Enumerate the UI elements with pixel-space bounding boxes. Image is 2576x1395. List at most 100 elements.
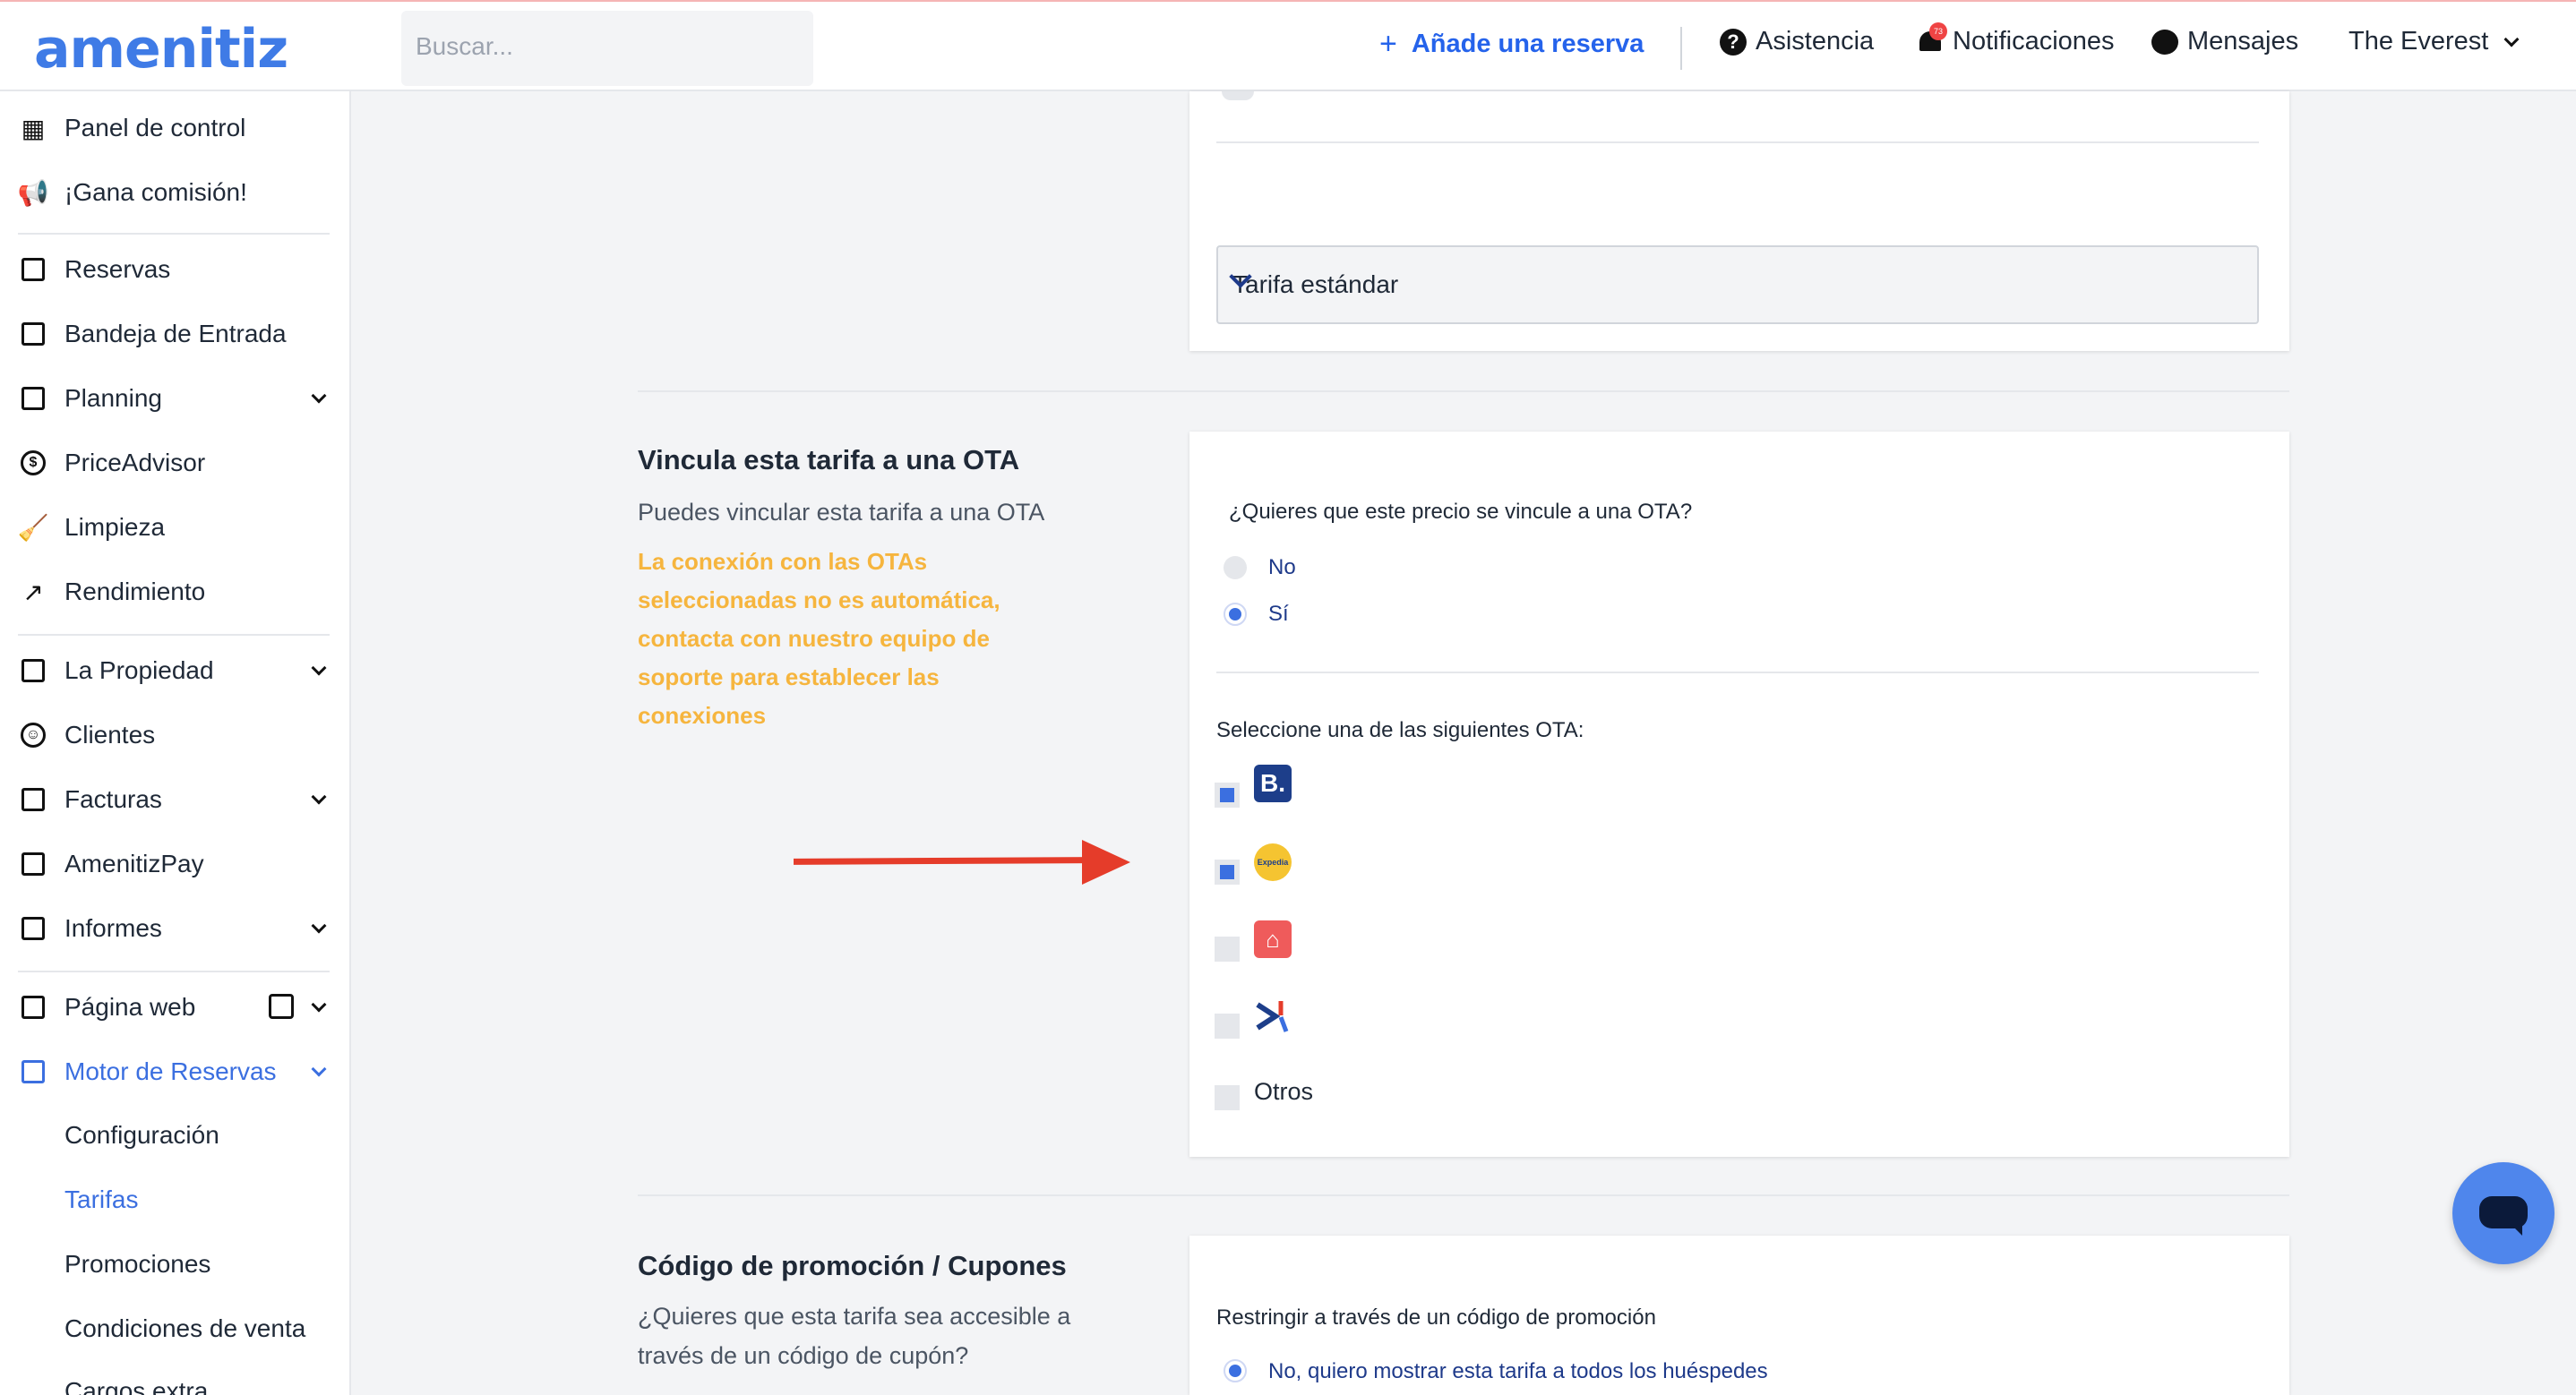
ota-section-subtitle: Puedes vincular esta tarifa a una OTA: [638, 499, 1045, 526]
sidebar-item-label: Página web: [64, 993, 196, 1021]
chevron-down-icon: [311, 997, 327, 1013]
sidebar-subitem-promociones[interactable]: Promociones: [64, 1250, 210, 1279]
messages-label: Mensajes: [2187, 27, 2299, 56]
radio-promo-no[interactable]: [1224, 1359, 1247, 1382]
property-selector[interactable]: The Everest: [2348, 27, 2520, 56]
checkbox-airbnb[interactable]: [1215, 937, 1240, 962]
radio-promo-no-label[interactable]: No, quiero mostrar esta tarifa a todos l…: [1268, 1359, 1768, 1384]
dollar-icon: $: [18, 448, 48, 478]
sidebar-divider: [18, 971, 330, 972]
top-bar: amenitiz Buscar... + Añade una reserva ?…: [0, 0, 2576, 91]
sidebar-item-amenitizpay[interactable]: AmenitizPay: [18, 840, 333, 888]
radio-yes-label[interactable]: Sí: [1268, 602, 1289, 627]
radio-partial: [1222, 91, 1254, 100]
sidebar-item-clientes[interactable]: ☺ Clientes: [18, 711, 333, 759]
radio-no[interactable]: [1224, 556, 1247, 579]
add-reservation-label: Añade una reserva: [1411, 30, 1644, 58]
sidebar-subitem-condiciones[interactable]: Condiciones de venta: [64, 1314, 305, 1343]
sidebar-divider: [18, 233, 330, 235]
plus-icon: +: [1379, 27, 1397, 61]
chart-icon: [18, 913, 48, 944]
chevron-down-icon: [311, 918, 327, 934]
chevron-down-icon: [2503, 31, 2520, 47]
notifications-label: Notificaciones: [1953, 27, 2115, 56]
promo-question: Restringir a través de un código de prom…: [1216, 1305, 1656, 1330]
amenitiz-logo[interactable]: amenitiz: [34, 18, 288, 81]
promo-section-subtitle: ¿Quieres que esta tarifa sea accesible a…: [638, 1303, 1071, 1369]
card-icon: [18, 849, 48, 879]
browser-icon: [18, 992, 48, 1023]
sidebar-item-planning[interactable]: Planning: [18, 374, 333, 423]
sidebar-subitem-configuracion[interactable]: Configuración: [64, 1121, 219, 1150]
sidebar-divider: [18, 634, 330, 636]
sidebar-item-label: Panel de control: [64, 114, 246, 141]
sidebar-item-inbox[interactable]: Bandeja de Entrada: [18, 310, 333, 358]
chevron-up-icon: [311, 1061, 327, 1077]
card-divider: [1216, 141, 2259, 143]
chevron-down-icon: [311, 388, 327, 404]
sidebar-item-label: AmenitizPay: [64, 850, 204, 877]
search-placeholder: Buscar...: [416, 32, 513, 60]
radio-no-label[interactable]: No: [1268, 555, 1296, 580]
chevron-down-icon: [311, 789, 327, 805]
sidebar-item-pagina-web[interactable]: Página web: [18, 983, 333, 1031]
chevron-down-icon: [311, 660, 327, 676]
sidebar-item-label: Informes: [64, 914, 162, 942]
sidebar-item-reservas[interactable]: Reservas: [18, 245, 333, 294]
sidebar-item-label: La Propiedad: [64, 656, 214, 684]
broom-icon: 🧹: [17, 513, 49, 542]
sidebar-subitem-cargos-extra[interactable]: Cargos extra: [64, 1377, 208, 1395]
ota-select-label: Seleccione una de las siguientes OTA:: [1216, 718, 1584, 742]
ota-card: [1189, 432, 2289, 1157]
calendar-icon: [18, 383, 48, 414]
search-input[interactable]: Buscar...: [401, 11, 813, 86]
checkbox-booking[interactable]: [1215, 783, 1240, 808]
ota-question: ¿Quieres que este precio se vincule a un…: [1229, 500, 1693, 524]
question-icon: ?: [1720, 28, 1747, 56]
expedia-logo-icon: Expedia: [1254, 843, 1292, 881]
sidebar-item-label: Facturas: [64, 785, 162, 813]
sidebar-item-motor-reservas[interactable]: Motor de Reservas: [18, 1048, 333, 1096]
suitcase-icon: [18, 254, 48, 285]
sidebar-item-label: Rendimiento: [64, 578, 206, 605]
sidebar-item-rendimiento[interactable]: ↗ Rendimiento: [18, 568, 333, 616]
chat-icon: [2151, 29, 2178, 55]
card-divider: [1216, 672, 2259, 673]
annotation-arrow-head: [1082, 840, 1130, 885]
notifications-button[interactable]: 73 Notificaciones: [1917, 21, 2115, 56]
header-divider: [1680, 27, 1682, 70]
rate-select[interactable]: Tarifa estándar: [1216, 245, 2259, 324]
help-label: Asistencia: [1756, 27, 1875, 56]
chat-support-button[interactable]: [2452, 1162, 2555, 1264]
sidebar-item-label: PriceAdvisor: [64, 449, 206, 476]
sidebar-item-informes[interactable]: Informes: [18, 904, 333, 953]
help-button[interactable]: ? Asistencia: [1720, 27, 1874, 56]
sidebar-item-priceadvisor[interactable]: $ PriceAdvisor: [18, 439, 333, 487]
ota-section-title: Vincula esta tarifa a una OTA: [638, 444, 1020, 475]
sidebar-item-label: Clientes: [64, 721, 156, 749]
external-link-icon[interactable]: [269, 994, 294, 1019]
sidebar-item-facturas[interactable]: Facturas: [18, 775, 333, 824]
sidebar: ▦ Panel de control 📢 ¡Gana comisión! Res…: [0, 91, 351, 1395]
sidebar-item-commission[interactable]: 📢 ¡Gana comisión!: [18, 168, 333, 217]
sidebar-subitem-tarifas[interactable]: Tarifas: [64, 1185, 138, 1214]
section-divider: [638, 1194, 2289, 1196]
messages-button[interactable]: Mensajes: [2151, 27, 2298, 56]
bell-icon: 73: [1917, 21, 1947, 56]
sidebar-item-limpieza[interactable]: 🧹 Limpieza: [18, 503, 333, 552]
checkbox-expedia[interactable]: [1215, 860, 1240, 885]
booking-logo-icon: B.: [1254, 765, 1292, 802]
sidebar-item-label: Planning: [64, 384, 162, 412]
radio-yes[interactable]: [1224, 603, 1247, 626]
checkbox-otros[interactable]: [1215, 1085, 1240, 1110]
trend-icon: ↗: [22, 578, 44, 606]
checkbox-other-ota[interactable]: [1215, 1014, 1240, 1039]
otros-label[interactable]: Otros: [1254, 1078, 1313, 1106]
invoice-icon: [18, 784, 48, 815]
section-divider: [638, 390, 2289, 392]
dashboard-icon: ▦: [21, 114, 46, 142]
other-ota-logo-icon: [1254, 997, 1292, 1035]
sidebar-item-panel[interactable]: ▦ Panel de control: [18, 104, 333, 152]
sidebar-item-propiedad[interactable]: La Propiedad: [18, 646, 333, 695]
add-reservation-button[interactable]: + Añade una reserva: [1379, 27, 1644, 62]
